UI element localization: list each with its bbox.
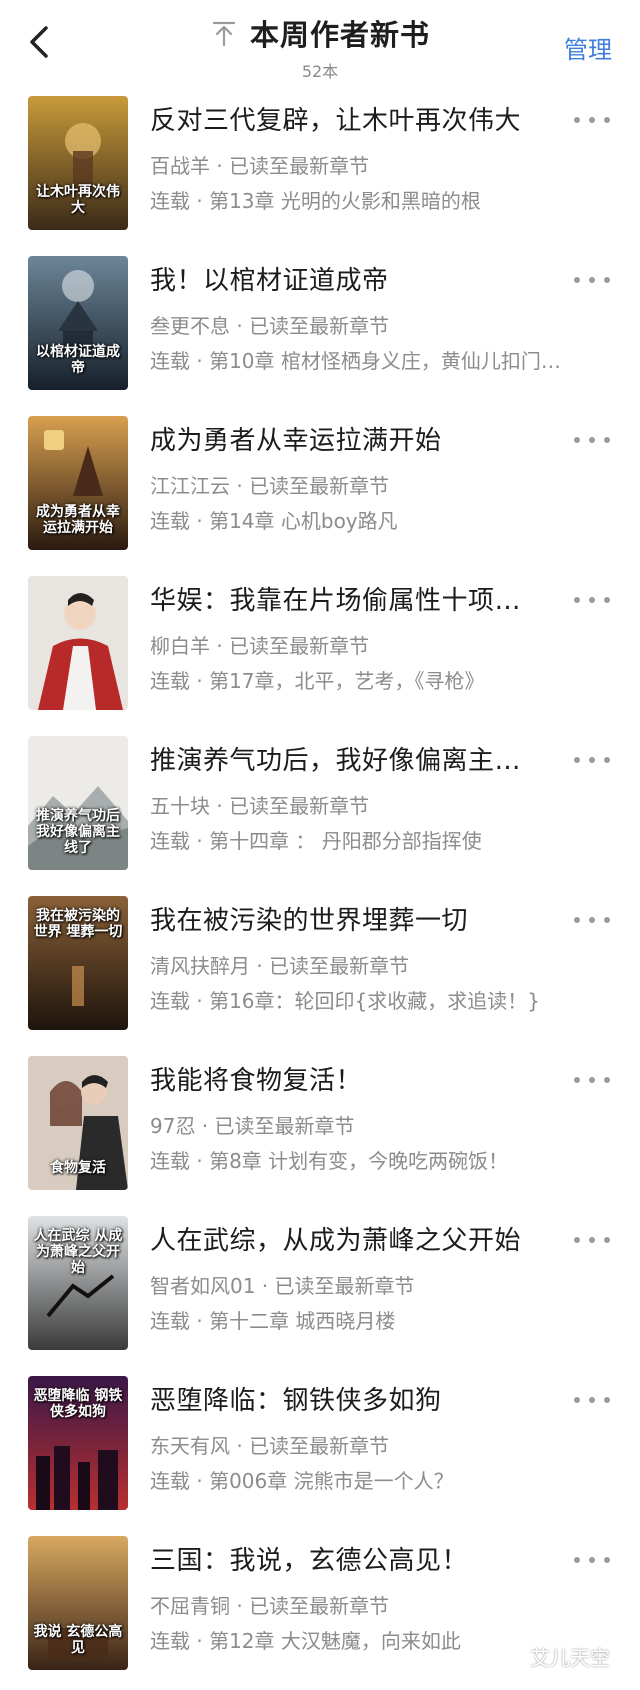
latest-chapter: 连载 · 第8章 计划有变，今晚吃两碗饭！ (150, 1149, 509, 1173)
book-cover[interactable] (28, 576, 128, 710)
book-cover[interactable]: 以棺材证道成帝 (28, 256, 128, 390)
list-item[interactable]: 恶堕降临 钢铁侠多如狗 恶堕降临：钢铁侠多如狗 东天有风 · 已读至最新章节 连… (0, 1370, 640, 1530)
latest-chapter: 连载 · 第十四章 ： 丹阳郡分部指挥使 (150, 829, 482, 853)
more-icon[interactable] (574, 1234, 610, 1246)
cover-title: 成为勇者从幸运拉满开始 (36, 504, 120, 536)
cover-title: 我说 玄德公高见 (33, 1624, 123, 1656)
latest-chapter: 连载 · 第14章 心机boy路凡 (150, 509, 398, 533)
more-icon[interactable] (574, 1554, 610, 1566)
book-title[interactable]: 反对三代复辟，让木叶再次伟大 (150, 100, 555, 137)
book-cover[interactable]: 推演养气功后 我好像偏离主线了 (28, 736, 128, 870)
list-item[interactable]: 成为勇者从幸运拉满开始 成为勇者从幸运拉满开始 江江江云 · 已读至最新章节 连… (0, 410, 640, 570)
list-item[interactable]: 推演养气功后 我好像偏离主线了 推演养气功后，我好像偏离主… 五十块 · 已读至… (0, 730, 640, 890)
latest-chapter: 连载 · 第10章 棺材怪栖身义庄，黄仙儿扣门… (150, 349, 561, 373)
list-item[interactable]: 食物复活 我能将食物复活！ 97忍 · 已读至最新章节 连载 · 第8章 计划有… (0, 1050, 640, 1210)
list-item[interactable]: 以棺材证道成帝 我！以棺材证道成帝 叁更不息 · 已读至最新章节 连载 · 第1… (0, 250, 640, 410)
cover-title: 推演养气功后 我好像偏离主线了 (36, 808, 120, 856)
author-progress: 叁更不息 · 已读至最新章节 (150, 314, 390, 338)
list-item[interactable]: 让木叶再次伟大 反对三代复辟，让木叶再次伟大 百战羊 · 已读至最新章节 连载 … (0, 90, 640, 250)
book-title[interactable]: 成为勇者从幸运拉满开始 (150, 420, 555, 457)
book-count: 52本 (301, 62, 339, 81)
cover-title: 我在被污染的世界 埋葬一切 (33, 908, 123, 940)
more-icon[interactable] (574, 114, 610, 126)
book-cover[interactable]: 人在武综 从成为萧峰之父开始 (28, 1216, 128, 1350)
book-title[interactable]: 我！以棺材证道成帝 (150, 260, 555, 297)
book-title[interactable]: 我能将食物复活！ (150, 1060, 555, 1097)
book-title[interactable]: 人在武综，从成为萧峰之父开始 (150, 1220, 555, 1257)
more-icon[interactable] (574, 754, 610, 766)
author-progress: 智者如风01 · 已读至最新章节 (150, 1274, 415, 1298)
book-title[interactable]: 华娱：我靠在片场偷属性十项… (150, 580, 555, 617)
title-area: 本周作者新书 52本 (0, 12, 640, 82)
author-progress: 江江江云 · 已读至最新章节 (150, 474, 390, 498)
list-item[interactable]: 人在武综 从成为萧峰之父开始 人在武综，从成为萧峰之父开始 智者如风01 · 已… (0, 1210, 640, 1370)
book-title[interactable]: 三国：我说，玄德公高见！ (150, 1540, 555, 1577)
latest-chapter: 连载 · 第16章：轮回印{求收藏，求追读！} (150, 989, 540, 1013)
more-icon[interactable] (574, 914, 610, 926)
book-cover[interactable]: 食物复活 (28, 1056, 128, 1190)
book-title[interactable]: 恶堕降临：钢铁侠多如狗 (150, 1380, 555, 1417)
arrow-to-top-icon (212, 21, 236, 47)
cover-title: 食物复活 (50, 1160, 106, 1176)
cover-title: 让木叶再次伟大 (36, 184, 120, 216)
cover-title: 以棺材证道成帝 (36, 344, 120, 376)
cover-title: 恶堕降临 钢铁侠多如狗 (33, 1388, 123, 1420)
more-icon[interactable] (574, 1074, 610, 1086)
latest-chapter: 连载 · 第006章 浣熊市是一个人？ (150, 1469, 454, 1493)
book-cover[interactable]: 恶堕降临 钢铁侠多如狗 (28, 1376, 128, 1510)
author-progress: 清风扶醉月 · 已读至最新章节 (150, 954, 410, 978)
page-title: 本周作者新书 (249, 18, 430, 52)
book-cover[interactable]: 我说 玄德公高见 (28, 1536, 128, 1670)
author-progress: 97忍 · 已读至最新章节 (150, 1114, 355, 1138)
book-cover[interactable]: 让木叶再次伟大 (28, 96, 128, 230)
latest-chapter: 连载 · 第13章 光明的火影和黑暗的根 (150, 189, 481, 213)
book-cover[interactable]: 成为勇者从幸运拉满开始 (28, 416, 128, 550)
author-progress: 五十块 · 已读至最新章节 (150, 794, 370, 818)
book-title[interactable]: 推演养气功后，我好像偏离主… (150, 740, 555, 777)
book-title[interactable]: 我在被污染的世界埋葬一切 (150, 900, 555, 937)
latest-chapter: 连载 · 第十二章 城西晓月楼 (150, 1309, 396, 1333)
book-list: 让木叶再次伟大 反对三代复辟，让木叶再次伟大 百战羊 · 已读至最新章节 连载 … (0, 90, 640, 1690)
more-icon[interactable] (574, 594, 610, 606)
more-icon[interactable] (574, 1394, 610, 1406)
watermark: 艾儿天空 (530, 1646, 610, 1670)
more-icon[interactable] (574, 274, 610, 286)
manage-button[interactable]: 管理 (564, 30, 612, 65)
list-item[interactable]: 我在被污染的世界 埋葬一切 我在被污染的世界埋葬一切 清风扶醉月 · 已读至最新… (0, 890, 640, 1050)
cover-title: 人在武综 从成为萧峰之父开始 (33, 1228, 123, 1276)
author-progress: 不屈青铜 · 已读至最新章节 (150, 1594, 390, 1618)
author-progress: 东天有风 · 已读至最新章节 (150, 1434, 390, 1458)
top-bar: 本周作者新书 52本 管理 (0, 0, 640, 90)
author-progress: 柳白羊 · 已读至最新章节 (150, 634, 370, 658)
author-progress: 百战羊 · 已读至最新章节 (150, 154, 370, 178)
list-item[interactable]: 华娱：我靠在片场偷属性十项… 柳白羊 · 已读至最新章节 连载 · 第17章，北… (0, 570, 640, 730)
book-cover[interactable]: 我在被污染的世界 埋葬一切 (28, 896, 128, 1030)
more-icon[interactable] (574, 434, 610, 446)
latest-chapter: 连载 · 第17章，北平，艺考，《寻枪》 (150, 669, 485, 693)
